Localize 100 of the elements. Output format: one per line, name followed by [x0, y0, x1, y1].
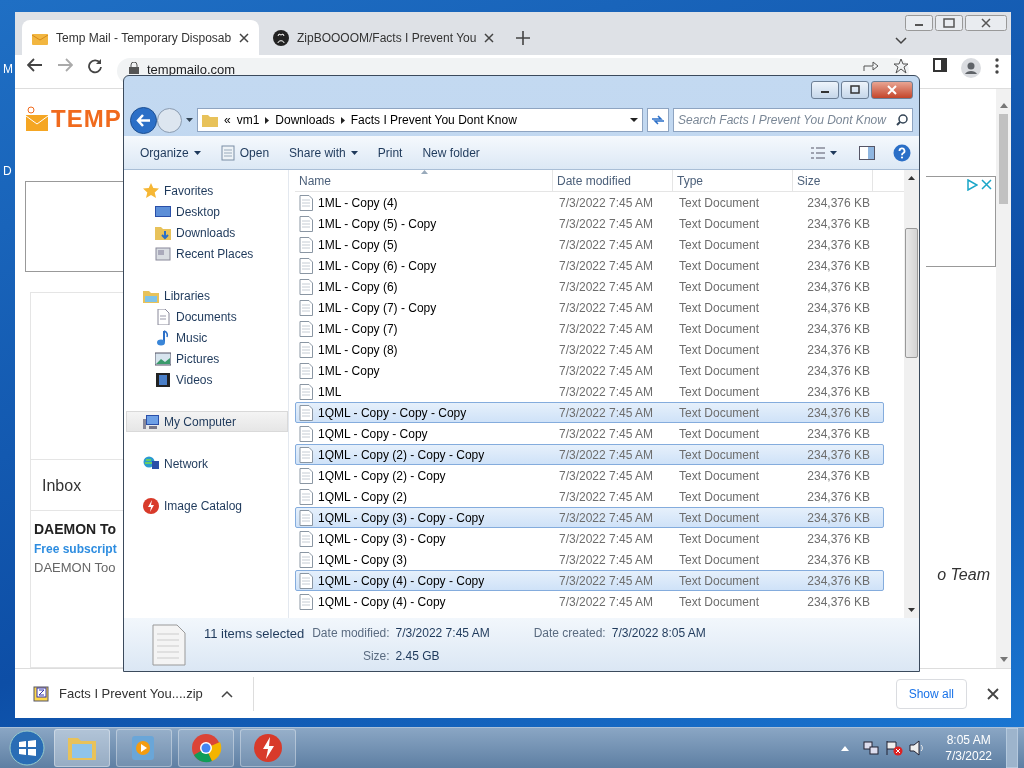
side-panel-icon[interactable] — [933, 58, 947, 72]
start-button-icon[interactable] — [6, 729, 48, 767]
help-icon[interactable] — [893, 143, 911, 162]
scroll-down-icon[interactable] — [908, 608, 915, 612]
show-hidden-icons-icon[interactable] — [841, 745, 850, 751]
page-scrollbar[interactable] — [996, 89, 1011, 668]
file-row[interactable]: 1ML - Copy (6) 7/3/2022 7:45 AM Text Document 234,376 KB — [295, 276, 884, 297]
nav-item[interactable]: Libraries — [126, 285, 288, 306]
preview-pane-icon[interactable] — [859, 145, 875, 160]
file-row[interactable]: 1ML - Copy (4) 7/3/2022 7:45 AM Text Document 234,376 KB — [295, 192, 884, 213]
share-icon[interactable] — [863, 58, 879, 72]
back-icon[interactable] — [130, 106, 157, 134]
close-icon[interactable] — [987, 687, 999, 700]
desktop-icon-label[interactable]: M — [3, 60, 13, 78]
mail-subject[interactable]: Free subscript — [31, 539, 117, 558]
breadcrumb-item[interactable]: Facts I Prevent You Dont Know — [350, 111, 517, 129]
close-icon[interactable] — [965, 15, 1007, 31]
overflow-chevron[interactable]: « — [224, 111, 231, 129]
file-row[interactable]: 1ML - Copy (7) - Copy 7/3/2022 7:45 AM Text Document 234,376 KB — [295, 297, 884, 318]
show-all-button[interactable]: Show all — [895, 678, 967, 709]
dropdown-icon[interactable] — [630, 118, 638, 122]
file-row[interactable]: 1QML - Copy - Copy 7/3/2022 7:45 AM Text Document 234,376 KB — [295, 423, 884, 444]
breadcrumb-bar[interactable]: « vm1 Downloads Facts I Prevent You Dont Know — [197, 108, 643, 132]
search-icon[interactable] — [896, 114, 908, 126]
flag-warning-icon[interactable] — [885, 740, 904, 756]
file-date: 7/3/2022 7:45 AM — [558, 236, 655, 254]
breadcrumb-item[interactable]: Downloads — [275, 111, 335, 129]
close-icon[interactable] — [484, 32, 495, 43]
desktop-icon-label[interactable]: D — [3, 162, 12, 180]
volume-icon[interactable] — [909, 740, 926, 756]
chevron-right-icon[interactable] — [265, 116, 270, 124]
file-row[interactable]: 1ML - Copy (5) 7/3/2022 7:45 AM Text Document 234,376 KB — [295, 234, 884, 255]
file-row[interactable]: 1QML - Copy (2) - Copy - Copy 7/3/2022 7:45 AM Text Document 234,376 KB — [295, 444, 884, 465]
maximize-icon[interactable] — [935, 15, 963, 31]
nav-item[interactable]: Music — [126, 327, 288, 348]
close-icon[interactable] — [239, 32, 250, 43]
file-row[interactable]: 1QML - Copy (3) 7/3/2022 7:45 AM Text Document 234,376 KB — [295, 549, 884, 570]
column-header[interactable]: Type — [673, 169, 793, 192]
chevron-up-icon[interactable] — [220, 689, 233, 698]
menu-icon[interactable] — [995, 58, 999, 74]
file-row[interactable]: 1QML - Copy (3) - Copy - Copy 7/3/2022 7:45 AM Text Document 234,376 KB — [295, 507, 884, 528]
nav-item[interactable]: Image Catalog — [126, 495, 288, 516]
profile-icon[interactable] — [961, 58, 981, 78]
file-row[interactable]: 1ML - Copy (6) - Copy 7/3/2022 7:45 AM Text Document 234,376 KB — [295, 255, 884, 276]
nav-item[interactable]: Downloads — [126, 222, 288, 243]
nav-item[interactable]: Documents — [126, 306, 288, 327]
maximize-button[interactable] — [841, 81, 869, 99]
star-icon[interactable] — [893, 58, 909, 74]
plus-icon[interactable] — [516, 31, 530, 45]
system-clock[interactable]: 8:05 AM 7/3/2022 — [945, 731, 992, 765]
nav-item[interactable]: Network — [126, 453, 288, 474]
back-icon[interactable] — [27, 58, 43, 72]
toolbar-button[interactable]: New folder — [414, 140, 488, 165]
file-row[interactable]: 1QML - Copy (3) - Copy 7/3/2022 7:45 AM Text Document 234,376 KB — [295, 528, 884, 549]
scrollbar-thumb[interactable] — [999, 114, 1008, 204]
nav-item[interactable]: My Computer — [126, 411, 288, 432]
dropdown-icon[interactable] — [186, 118, 193, 122]
chevron-right-icon[interactable] — [340, 116, 345, 124]
file-type: Text Document — [678, 551, 761, 569]
file-row[interactable]: 1QML - Copy (2) 7/3/2022 7:45 AM Text Document 234,376 KB — [295, 486, 884, 507]
file-row[interactable]: 1QML - Copy (4) - Copy 7/3/2022 7:45 AM Text Document 234,376 KB — [295, 591, 884, 612]
column-header[interactable]: Date modified — [553, 169, 673, 192]
file-row[interactable]: 1QML - Copy (4) - Copy - Copy 7/3/2022 7:45 AM Text Document 234,376 KB — [295, 570, 884, 591]
file-row[interactable]: 1ML 7/3/2022 7:45 AM Text Document 234,376 KB — [295, 381, 884, 402]
column-header[interactable]: Size — [793, 169, 873, 192]
nav-item[interactable]: Favorites — [126, 180, 288, 201]
minimize-button[interactable] — [811, 81, 839, 99]
chevron-down-icon[interactable] — [895, 37, 907, 45]
reload-icon[interactable] — [87, 58, 103, 74]
browser-tab[interactable]: ZipBOOOOM/Facts I Prevent You — [263, 20, 500, 55]
scrollbar-thumb[interactable] — [905, 228, 918, 358]
ad-choices-icon[interactable] — [966, 179, 978, 191]
file-row[interactable]: 1ML - Copy (5) - Copy 7/3/2022 7:45 AM Text Document 234,376 KB — [295, 213, 884, 234]
search-field[interactable]: Search Facts I Prevent You Dont Know — [673, 108, 913, 132]
file-row[interactable]: 1QML - Copy - Copy - Copy 7/3/2022 7:45 AM Text Document 234,376 KB — [295, 402, 884, 423]
nav-item[interactable]: Videos — [126, 369, 288, 390]
taskbar-app-button[interactable] — [178, 729, 234, 767]
minimize-icon[interactable] — [905, 15, 933, 31]
refresh-button[interactable] — [647, 108, 669, 132]
network-icon[interactable] — [863, 740, 880, 756]
menu-button[interactable]: Share with — [281, 140, 366, 165]
open-button[interactable]: Open — [212, 140, 278, 165]
file-row[interactable]: 1ML - Copy 7/3/2022 7:45 AM Text Document 234,376 KB — [295, 360, 884, 381]
toolbar-button[interactable]: Print — [369, 140, 411, 165]
close-button[interactable] — [871, 81, 913, 99]
menu-button[interactable]: Organize — [132, 140, 209, 165]
scroll-up-icon[interactable] — [908, 176, 915, 180]
file-row[interactable]: 1ML - Copy (7) 7/3/2022 7:45 AM Text Document 234,376 KB — [295, 318, 884, 339]
browser-tab[interactable]: Temp Mail - Temporary Disposab — [22, 20, 259, 55]
nav-item[interactable]: Pictures — [126, 348, 288, 369]
scrollbar[interactable] — [904, 170, 919, 618]
nav-item[interactable]: Recent Places — [126, 243, 288, 264]
taskbar-app-button[interactable] — [240, 729, 296, 767]
nav-item[interactable]: Desktop — [126, 201, 288, 222]
file-row[interactable]: 1ML - Copy (8) 7/3/2022 7:45 AM Text Document 234,376 KB — [295, 339, 884, 360]
file-row[interactable]: 1QML - Copy (2) - Copy 7/3/2022 7:45 AM Text Document 234,376 KB — [295, 465, 884, 486]
column-header[interactable]: Name — [295, 169, 553, 192]
file-type: Text Document — [678, 467, 761, 485]
download-filename[interactable]: Facts I Prevent You....zip — [59, 683, 203, 704]
breadcrumb-item[interactable]: vm1 — [236, 111, 260, 129]
